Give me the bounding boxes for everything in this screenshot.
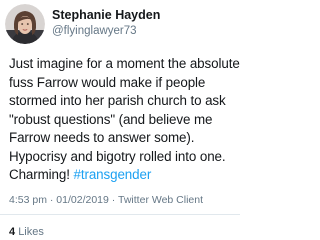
tweet-meta: 4:53 pm · 01/02/2019 · Twitter Web Clien… (9, 194, 203, 206)
tweet-card: Stephanie Hayden @flyinglawyer73 Just im… (0, 0, 240, 240)
hashtag-link[interactable]: #transgender (74, 167, 152, 182)
avatar-photo-icon (5, 4, 45, 44)
tweet-text: Just imagine for a moment the absolute f… (9, 55, 240, 185)
tweet-text-line: stormed into her parish church to ask (9, 93, 226, 108)
tweet-text-charming: Charming! (9, 167, 74, 182)
tweet-client[interactable]: Twitter Web Client (118, 194, 203, 206)
avatar[interactable] (5, 4, 45, 44)
likes-label: Likes (18, 226, 44, 238)
author-handle[interactable]: @flyinglawyer73 (52, 24, 160, 38)
meta-separator: · (111, 194, 116, 206)
tweet-text-line: "robust questions" (and believe me (9, 111, 213, 127)
tweet-text-line: Farrow needs to answer some). (9, 130, 195, 145)
tweet-text-last-line: Charming! #transgender (9, 166, 237, 185)
tweet-time[interactable]: 4:53 pm (9, 194, 47, 206)
tweet-date[interactable]: 01/02/2019 (56, 194, 109, 206)
tweet-text-line: Hypocrisy and bigotry rolled into one. (9, 148, 226, 164)
tweet-text-line: Just imagine for a moment the absolute (9, 56, 240, 71)
author-display-name[interactable]: Stephanie Hayden (52, 8, 160, 23)
tweet-header: Stephanie Hayden @flyinglawyer73 (5, 4, 235, 44)
author-names: Stephanie Hayden @flyinglawyer73 (52, 8, 160, 38)
likes-count[interactable]: 4 Likes (9, 226, 44, 238)
divider (0, 214, 240, 215)
likes-number: 4 (9, 226, 16, 238)
tweet-text-line: fuss Farrow would make if people (9, 74, 206, 90)
meta-separator: · (49, 194, 54, 206)
